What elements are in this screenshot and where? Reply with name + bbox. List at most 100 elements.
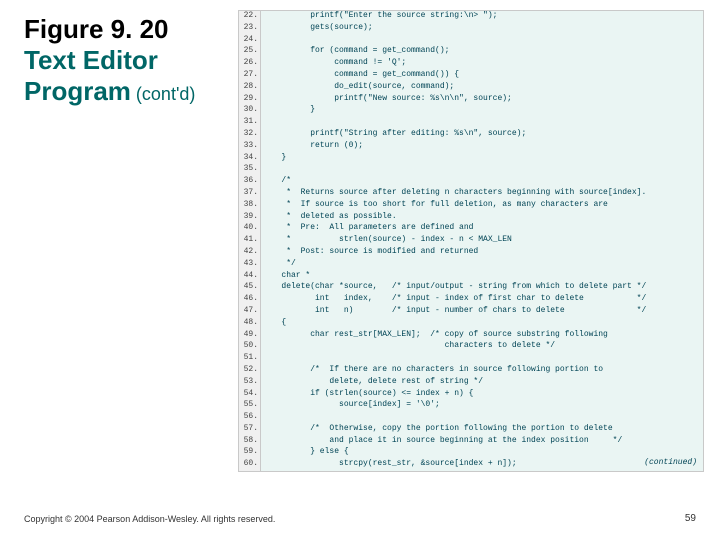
line-number: 33. — [239, 141, 261, 150]
line-number: 46. — [239, 294, 261, 303]
code-text: printf("String after editing: %s\n", sou… — [261, 129, 703, 138]
line-number: 29. — [239, 94, 261, 103]
code-line: 50. characters to delete */ — [239, 341, 703, 353]
code-line: 29. printf("New source: %s\n\n", source)… — [239, 94, 703, 106]
code-line: 59. } else { — [239, 447, 703, 459]
line-number: 59. — [239, 447, 261, 456]
line-number: 36. — [239, 176, 261, 185]
code-text: for (command = get_command(); — [261, 46, 703, 55]
code-line: 53. delete, delete rest of string */ — [239, 377, 703, 389]
code-text: delete, delete rest of string */ — [261, 377, 703, 386]
line-number: 60. — [239, 459, 261, 468]
code-text: source[index] = '\0'; — [261, 400, 703, 409]
code-line: 27. command = get_command()) { — [239, 70, 703, 82]
code-text: * Pre: All parameters are defined and — [261, 223, 703, 232]
code-line: 41. * strlen(source) - index - n < MAX_L… — [239, 235, 703, 247]
line-number: 34. — [239, 153, 261, 162]
line-number: 38. — [239, 200, 261, 209]
code-text: and place it in source beginning at the … — [261, 436, 703, 445]
code-text: gets(source); — [261, 23, 703, 32]
line-number: 44. — [239, 271, 261, 280]
code-line: 56. — [239, 412, 703, 424]
copyright-footer: Copyright © 2004 Pearson Addison-Wesley.… — [24, 514, 275, 524]
line-number: 48. — [239, 318, 261, 327]
code-line: 39. * deleted as possible. — [239, 212, 703, 224]
page-number: 59 — [685, 513, 696, 524]
code-line: 28. do_edit(source, command); — [239, 82, 703, 94]
line-number: 25. — [239, 46, 261, 55]
line-number: 51. — [239, 353, 261, 362]
line-number: 58. — [239, 436, 261, 445]
code-text: strcpy(rest_str, &source[index + n]); — [261, 459, 703, 468]
code-text: delete(char *source, /* input/output - s… — [261, 282, 703, 291]
code-text: * Returns source after deleting n charac… — [261, 188, 703, 197]
code-line: 51. — [239, 353, 703, 365]
line-number: 30. — [239, 105, 261, 114]
code-text: characters to delete */ — [261, 341, 703, 350]
code-line: 46. int index, /* input - index of first… — [239, 294, 703, 306]
line-number: 39. — [239, 212, 261, 221]
code-panel: 22. printf("Enter the source string:\n> … — [238, 10, 704, 472]
line-number: 37. — [239, 188, 261, 197]
line-number: 23. — [239, 23, 261, 32]
code-text: int index, /* input - index of first cha… — [261, 294, 703, 303]
title-main: Program — [24, 76, 131, 106]
line-number: 55. — [239, 400, 261, 409]
code-line: 44. char * — [239, 271, 703, 283]
code-text: * If source is too short for full deleti… — [261, 200, 703, 209]
line-number: 49. — [239, 330, 261, 339]
code-text: } — [261, 153, 703, 162]
code-line: 25. for (command = get_command(); — [239, 46, 703, 58]
code-text: /* — [261, 176, 703, 185]
code-text: /* Otherwise, copy the portion following… — [261, 424, 703, 433]
line-number: 57. — [239, 424, 261, 433]
line-number: 56. — [239, 412, 261, 421]
code-text: { — [261, 318, 703, 327]
line-number: 47. — [239, 306, 261, 315]
continued-label: (continued) — [644, 458, 697, 467]
code-text: int n) /* input - number of chars to del… — [261, 306, 703, 315]
code-line: 40. * Pre: All parameters are defined an… — [239, 223, 703, 235]
line-number: 35. — [239, 164, 261, 173]
code-text: return (0); — [261, 141, 703, 150]
code-line: 35. — [239, 164, 703, 176]
line-number: 28. — [239, 82, 261, 91]
line-number: 41. — [239, 235, 261, 244]
code-rows: 22. printf("Enter the source string:\n> … — [239, 11, 703, 471]
code-line: 48. { — [239, 318, 703, 330]
code-line: 42. * Post: source is modified and retur… — [239, 247, 703, 259]
slide: Figure 9. 20 Text Editor Program (cont'd… — [0, 0, 720, 540]
line-number: 26. — [239, 58, 261, 67]
code-line: 45. delete(char *source, /* input/output… — [239, 282, 703, 294]
line-number: 40. — [239, 223, 261, 232]
code-line: 47. int n) /* input - number of chars to… — [239, 306, 703, 318]
code-line: 57. /* Otherwise, copy the portion follo… — [239, 424, 703, 436]
line-number: 22. — [239, 11, 261, 20]
code-text: /* If there are no characters in source … — [261, 365, 703, 374]
code-line: 60. strcpy(rest_str, &source[index + n])… — [239, 459, 703, 471]
code-line: 37. * Returns source after deleting n ch… — [239, 188, 703, 200]
code-text: } — [261, 105, 703, 114]
line-number: 31. — [239, 117, 261, 126]
code-line: 24. — [239, 35, 703, 47]
code-text: * Post: source is modified and returned — [261, 247, 703, 256]
code-line: 54. if (strlen(source) <= index + n) { — [239, 389, 703, 401]
code-line: 36. /* — [239, 176, 703, 188]
code-text: * deleted as possible. — [261, 212, 703, 221]
line-number: 27. — [239, 70, 261, 79]
code-line: 22. printf("Enter the source string:\n> … — [239, 11, 703, 23]
code-text: * strlen(source) - index - n < MAX_LEN — [261, 235, 703, 244]
code-text: printf("Enter the source string:\n> "); — [261, 11, 703, 20]
code-line: 33. return (0); — [239, 141, 703, 153]
code-line: 31. — [239, 117, 703, 129]
code-line: 32. printf("String after editing: %s\n",… — [239, 129, 703, 141]
code-text: char rest_str[MAX_LEN]; /* copy of sourc… — [261, 330, 703, 339]
code-line: 52. /* If there are no characters in sou… — [239, 365, 703, 377]
code-line: 38. * If source is too short for full de… — [239, 200, 703, 212]
line-number: 24. — [239, 35, 261, 44]
line-number: 50. — [239, 341, 261, 350]
code-line: 55. source[index] = '\0'; — [239, 400, 703, 412]
code-text: do_edit(source, command); — [261, 82, 703, 91]
code-line: 43. */ — [239, 259, 703, 271]
code-line: 58. and place it in source beginning at … — [239, 436, 703, 448]
